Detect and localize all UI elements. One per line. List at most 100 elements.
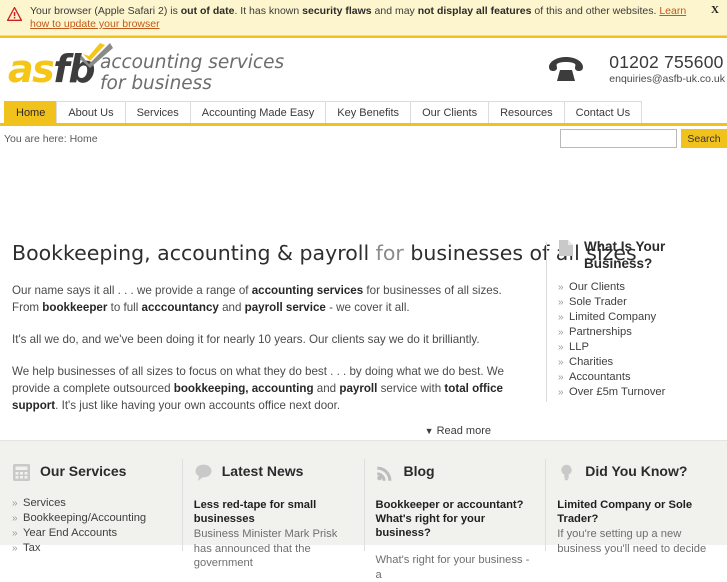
- nav-item-accounting-made-easy[interactable]: Accounting Made Easy: [189, 101, 327, 123]
- footer-link-tax[interactable]: » Tax: [12, 541, 170, 556]
- nav-item-resources[interactable]: Resources: [488, 101, 565, 123]
- tagline-line-1: accounting services: [100, 52, 285, 73]
- sidebar-item-our-clients[interactable]: » Our Clients: [558, 280, 723, 295]
- sidebar-item-llp[interactable]: » LLP: [558, 340, 723, 355]
- main-navigation: Home About Us Services Accounting Made Easy…: [0, 101, 727, 126]
- footer-column-did-you-know: Did You Know? Limited Company or Sole Tr…: [545, 459, 727, 555]
- footer-column-latest-news: Latest News Less red-tape for small busi…: [181, 459, 364, 569]
- warning-text-3: and may: [371, 5, 418, 17]
- warning-text-1: Your browser (Apple Safari 2) is: [30, 5, 181, 17]
- browser-warning-text: Your browser (Apple Safari 2) is out of …: [30, 5, 701, 31]
- warning-text-2: . It has known: [234, 5, 303, 17]
- nav-item-about-us[interactable]: About Us: [56, 101, 126, 123]
- bullet-icon: »: [12, 513, 18, 524]
- nav-item-home[interactable]: Home: [4, 101, 58, 123]
- telephone-icon: [547, 56, 585, 82]
- latest-news-title: Latest News: [221, 463, 304, 479]
- news-entry-title[interactable]: Less red-tape for small businesses: [194, 498, 352, 526]
- hp1-b3: acccountancy: [141, 301, 219, 314]
- sidebar-item-limited-company[interactable]: » Limited Company: [558, 310, 723, 325]
- warning-bold-not-display: not display all features: [417, 5, 532, 17]
- speech-bubble-icon: [194, 463, 213, 482]
- sidebar-item-over-5m-turnover[interactable]: » Over £5m Turnover: [558, 385, 723, 400]
- breadcrumb-bar: You are here: Home Search: [0, 126, 727, 154]
- read-more-button[interactable]: ▼ Read more: [12, 425, 531, 437]
- nav-item-our-clients[interactable]: Our Clients: [410, 101, 490, 123]
- did-you-know-title: Did You Know?: [585, 463, 688, 479]
- sidebar-item-charities[interactable]: » Charities: [558, 355, 723, 370]
- our-services-header: Our Services: [12, 463, 170, 485]
- header-contact-block: 01202 755600 enquiries@asfb-uk.co.uk: [549, 52, 725, 92]
- sidebar-item-label: Charities: [569, 356, 614, 368]
- calculator-icon: [12, 463, 31, 482]
- bullet-icon: »: [558, 342, 564, 353]
- dyk-entry-body: If you're setting up a new business you'…: [557, 528, 707, 555]
- our-services-title: Our Services: [40, 463, 127, 479]
- footer-link-year-end-accounts[interactable]: » Year End Accounts: [12, 526, 170, 541]
- sidebar-item-label: Sole Trader: [569, 296, 627, 308]
- hp1-b1: accounting services: [251, 284, 364, 297]
- blog-header: Blog: [376, 463, 534, 485]
- sidebar-divider: [546, 242, 547, 402]
- hero-paragraph-3: We help businesses of all sizes to focus…: [12, 363, 531, 414]
- sidebar-item-label: LLP: [569, 341, 589, 353]
- warning-bold-out-of-date: out of date: [180, 5, 235, 17]
- bullet-icon: »: [12, 498, 18, 509]
- bullet-icon: »: [558, 327, 564, 338]
- nav-item-key-benefits[interactable]: Key Benefits: [325, 101, 412, 123]
- sidebar-item-label: Partnerships: [569, 326, 632, 338]
- lightbulb-icon: [557, 463, 576, 482]
- nav-item-services[interactable]: Services: [124, 101, 191, 123]
- dyk-entry-title[interactable]: Limited Company or Sole Trader?: [557, 498, 715, 526]
- read-more-label: Read more: [436, 425, 491, 437]
- list-item-label: Bookkeeping/Accounting: [23, 512, 147, 524]
- hp3-t3: service with: [377, 382, 445, 395]
- sidebar-title: What Is Your Business?: [584, 239, 666, 271]
- close-icon[interactable]: X: [711, 4, 719, 17]
- nav-item-contact-us[interactable]: Contact Us: [563, 101, 643, 123]
- sidebar-link-list: » Our Clients » Sole Trader » Limited Compa…: [558, 280, 723, 400]
- list-item-label: Tax: [23, 542, 41, 554]
- hero-paragraph-1: Our name says it all . . . we provide a …: [12, 282, 531, 316]
- bullet-icon: »: [558, 387, 564, 398]
- bullet-icon: »: [558, 282, 564, 293]
- email-address[interactable]: enquiries@asfb-uk.co.uk: [609, 72, 725, 86]
- search-button[interactable]: Search: [681, 129, 727, 148]
- main-content: Bookkeeping, accounting & payroll for bu…: [0, 154, 727, 437]
- sidebar-item-label: Limited Company: [569, 311, 657, 323]
- sidebar-item-sole-trader[interactable]: » Sole Trader: [558, 295, 723, 310]
- site-logo[interactable]: asfb accounting services for business: [8, 43, 284, 96]
- list-item-label: Year End Accounts: [23, 527, 118, 539]
- hp3-b2: payroll: [339, 382, 378, 395]
- warning-bold-security-flaws: security flaws: [302, 5, 372, 17]
- phone-number: 01202 755600: [609, 52, 724, 72]
- rss-icon: [376, 463, 395, 482]
- sidebar-item-partnerships[interactable]: » Partnerships: [558, 325, 723, 340]
- sidebar-item-label: Over £5m Turnover: [569, 386, 666, 398]
- hp1-b4: payroll service: [244, 301, 326, 314]
- search-form: Search: [559, 129, 727, 149]
- news-entry-body: Business Minister Mark Prisk has announc…: [193, 528, 338, 569]
- heading-part-1: Bookkeeping, accounting & payroll: [12, 241, 370, 265]
- blog-entry-title[interactable]: Bookkeeper or accountant? What's right f…: [376, 498, 534, 540]
- footer-link-services[interactable]: » Services: [12, 496, 170, 511]
- hp3-t2: and: [313, 382, 340, 395]
- warning-triangle-icon: [6, 6, 23, 21]
- hero-paragraph-2: It's all we do, and we've been doing it …: [12, 333, 480, 346]
- hp1-b2: bookkeeper: [42, 301, 108, 314]
- page-title: Bookkeeping, accounting & payroll for bu…: [12, 240, 637, 266]
- hero-block: Bookkeeping, accounting & payroll for bu…: [0, 240, 637, 437]
- hp3-t4: . It's just like having your own account…: [55, 399, 341, 412]
- sidebar-item-label: Our Clients: [569, 281, 625, 293]
- sidebar-item-accountants[interactable]: » Accountants: [558, 370, 723, 385]
- hp1-t1: Our name says it all . . . we provide a …: [12, 284, 252, 297]
- hp1-t5: - we cover it all.: [325, 301, 410, 314]
- sidebar-item-label: Accountants: [569, 371, 631, 383]
- footer-link-bookkeeping-accounting[interactable]: » Bookkeeping/Accounting: [12, 511, 170, 526]
- our-services-list: » Services » Bookkeeping/Accounting » Year …: [12, 496, 170, 556]
- caret-down-icon: ▼: [424, 426, 434, 436]
- hp1-t3: to full: [107, 301, 142, 314]
- search-input[interactable]: [559, 129, 677, 148]
- did-you-know-header: Did You Know?: [557, 463, 715, 485]
- site-header: asfb accounting services for business 012…: [0, 38, 727, 101]
